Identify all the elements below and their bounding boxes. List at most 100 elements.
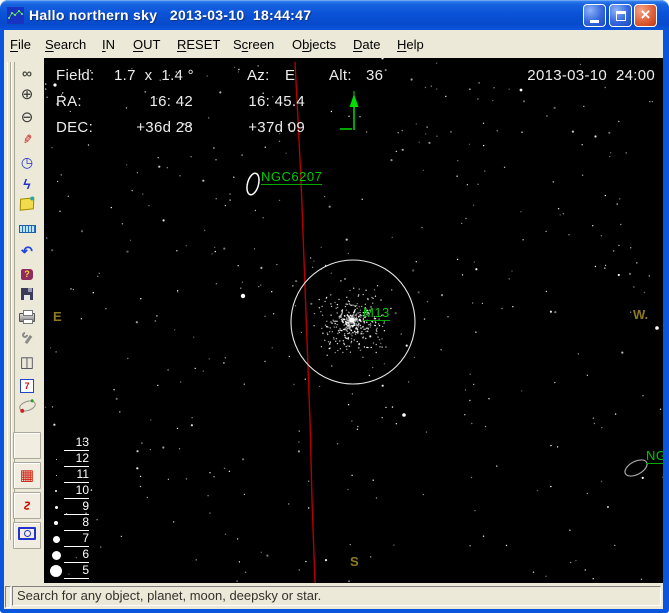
magnitude-scale: 13 12 11 10 9 8 7 6 5 xyxy=(48,435,89,579)
magnitude-dot xyxy=(48,490,64,492)
toolbar-button-printer[interactable] xyxy=(15,307,39,328)
toolbar-button-clock[interactable]: ◷ xyxy=(15,151,39,172)
help-book-icon: ? xyxy=(21,265,33,281)
magnitude-row-6[interactable]: 6 xyxy=(48,547,89,563)
constellation-lines-icon: ∿ xyxy=(18,497,36,514)
m13-label[interactable]: M13 xyxy=(363,306,390,321)
toolbar-button-open-book[interactable]: ◫ xyxy=(15,352,39,373)
toolbar-button-camera[interactable] xyxy=(13,522,41,549)
menu-item-out[interactable]: OUT xyxy=(133,37,160,52)
clock-icon: ◷ xyxy=(20,153,34,170)
magnitude-value: 13 xyxy=(64,435,89,451)
toolbar-button-walking-person[interactable]: ϟ xyxy=(15,174,39,195)
menu-item-help[interactable]: Help xyxy=(397,37,424,52)
toolbar: ∞ ⊕ ⊖ ✎ ◷ ϟ ↶? ◫ 7 ▦ ∿ xyxy=(4,58,44,583)
printer-icon xyxy=(19,309,35,326)
toolbar-button-wrench[interactable] xyxy=(15,330,39,351)
magnitude-row-10[interactable]: 10 xyxy=(48,483,89,499)
toolbar-button-yellow-note[interactable] xyxy=(15,196,39,217)
magnitude-row-11[interactable]: 11 xyxy=(48,467,89,483)
walking-person-icon: ϟ xyxy=(23,176,31,192)
ngc6207-galaxy-ellipse[interactable] xyxy=(245,172,261,196)
red-coordinate-line xyxy=(294,61,316,583)
ruler-icon xyxy=(18,221,36,237)
magnitude-row-13[interactable]: 13 xyxy=(48,435,89,451)
close-button[interactable]: × xyxy=(634,4,657,27)
red-pencil-icon: ✎ xyxy=(19,133,35,146)
magnitude-row-8[interactable]: 8 xyxy=(48,515,89,531)
chart-datetime: 2013-03-10 24:00 xyxy=(527,67,655,84)
menu-item-reset[interactable]: RESET xyxy=(177,37,220,52)
ngc6207-label[interactable]: NGC6207 xyxy=(261,170,323,185)
calendar-7-icon: 7 xyxy=(20,377,34,393)
magnitude-dot xyxy=(48,565,64,577)
close-icon: × xyxy=(640,5,651,24)
magnitude-value: 11 xyxy=(64,467,89,483)
magnitude-value: 9 xyxy=(64,499,89,515)
toolbar-button-red-grid[interactable]: ▦ xyxy=(13,462,41,489)
open-book-icon: ◫ xyxy=(19,353,35,371)
ra-label: RA: xyxy=(56,93,82,110)
magnitude-value: 6 xyxy=(64,547,89,563)
maximize-button[interactable] xyxy=(609,4,632,27)
toolbar-button-undo[interactable]: ↶ xyxy=(15,240,39,261)
toolbar-button-binoculars-search[interactable]: ∞ xyxy=(15,62,39,83)
sky-chart[interactable]: Field: 1.7 x 1.4 ° Az: E Alt: 36 2013-03… xyxy=(44,58,663,583)
magnitude-dot xyxy=(48,505,64,509)
dec-center-value: +36d 28 xyxy=(136,119,193,136)
toolbar-button-orbit[interactable] xyxy=(15,397,39,418)
status-message: Search for any object, planet, moon, dee… xyxy=(12,586,661,606)
magnitude-value: 10 xyxy=(64,483,89,499)
title-bar: Hallo northern sky 2013-03-10 18:44:47 × xyxy=(0,0,669,30)
binoculars-search-icon: ∞ xyxy=(22,64,32,81)
menu-item-date[interactable]: Date xyxy=(353,37,380,52)
toolbar-button-blank[interactable] xyxy=(13,432,41,459)
minimize-button[interactable] xyxy=(583,4,606,27)
orbit-icon xyxy=(17,398,37,415)
toolbar-button-ruler[interactable] xyxy=(15,218,39,239)
red-grid-icon: ▦ xyxy=(19,467,35,484)
dec-label: DEC: xyxy=(56,119,94,136)
magnitude-value: 8 xyxy=(64,515,89,531)
field-label: Field: xyxy=(56,67,95,84)
menu-item-in[interactable]: IN xyxy=(102,37,115,52)
alt-label: Alt: xyxy=(329,67,352,84)
save-floppy-icon xyxy=(21,287,33,304)
ngc-right-label[interactable]: NG xyxy=(646,449,663,464)
maximize-icon xyxy=(615,10,626,21)
toolbar-button-constellation-lines[interactable]: ∿ xyxy=(13,492,41,519)
toolbar-button-red-pencil[interactable]: ✎ xyxy=(15,129,39,150)
magnitude-row-9[interactable]: 9 xyxy=(48,499,89,515)
toolbar-button-zoom-in[interactable]: ⊕ xyxy=(15,84,39,105)
direction-east-label: E xyxy=(53,309,62,324)
yellow-note-icon xyxy=(19,197,35,214)
magnitude-dot xyxy=(48,535,64,543)
alt-value: 36 xyxy=(366,67,384,84)
magnitude-dot xyxy=(48,550,64,560)
magnitude-row-5[interactable]: 5 xyxy=(48,563,89,579)
zoom-in-icon: ⊕ xyxy=(20,86,34,104)
menu-item-screen[interactable]: Screen xyxy=(233,37,274,52)
magnitude-dot xyxy=(48,474,64,476)
toolbar-button-save-floppy[interactable] xyxy=(15,285,39,306)
menu-item-objects[interactable]: Objects xyxy=(292,37,336,52)
camera-icon xyxy=(18,527,36,544)
undo-icon: ↶ xyxy=(21,242,33,259)
toolbar-button-calendar-7[interactable]: 7 xyxy=(15,374,39,395)
magnitude-row-7[interactable]: 7 xyxy=(48,531,89,547)
magnitude-value: 5 xyxy=(64,563,89,579)
status-bar: Search for any object, planet, moon, dee… xyxy=(4,583,663,609)
magnitude-row-12[interactable]: 12 xyxy=(48,451,89,467)
az-value: E xyxy=(285,67,296,84)
direction-south-label: S xyxy=(350,554,359,569)
toolbar-button-help-book[interactable]: ? xyxy=(15,263,39,284)
magnitude-value: 7 xyxy=(64,531,89,547)
toolbar-button-zoom-out[interactable]: ⊖ xyxy=(15,107,39,128)
star-field xyxy=(44,58,663,582)
app-logo-icon[interactable] xyxy=(7,6,24,24)
menu-item-file[interactable]: File xyxy=(10,37,31,52)
menu-item-search[interactable]: Search xyxy=(45,37,86,52)
magnitude-dot xyxy=(48,521,64,525)
zoom-out-icon: ⊖ xyxy=(20,108,34,126)
magnitude-dot xyxy=(48,458,64,460)
